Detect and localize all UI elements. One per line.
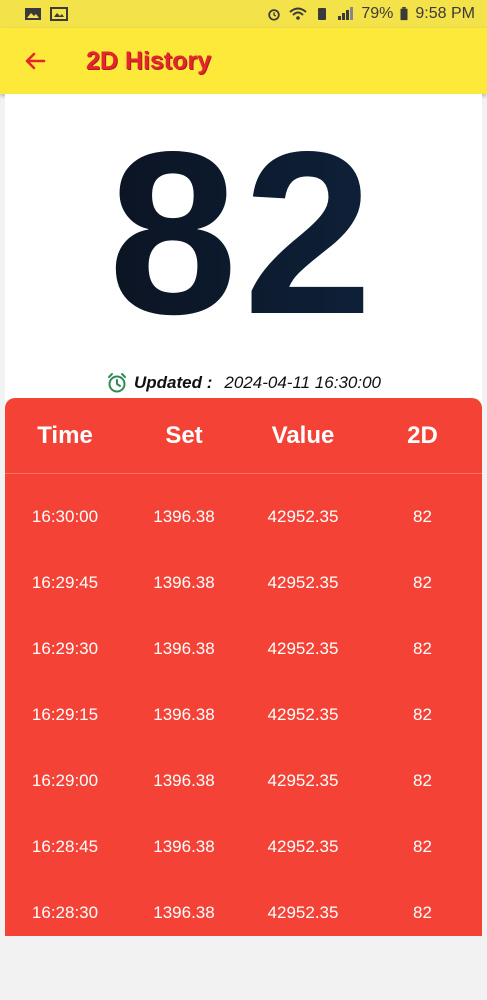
cell-value: 42952.35 <box>267 771 339 790</box>
gallery-icon <box>50 7 68 21</box>
cell-set: 1396.38 <box>153 639 215 658</box>
table-row: 16:29:45 1396.38 42952.35 82 <box>5 550 482 616</box>
cell-value: 42952.35 <box>267 639 339 658</box>
bottom-area <box>0 936 487 1000</box>
signal-icon <box>338 7 354 20</box>
cell-set: 1396.38 <box>153 507 215 526</box>
table-row: 16:29:15 1396.38 42952.35 82 <box>5 682 482 748</box>
cell-2d: 82 <box>413 771 432 790</box>
cell-2d: 82 <box>413 639 432 658</box>
cell-time: 16:30:00 <box>31 507 99 526</box>
header-value: Value <box>271 421 335 449</box>
table-row: 16:29:30 1396.38 42952.35 82 <box>5 616 482 682</box>
table-body: 16:30:00 1396.38 42952.35 82 16:29:45 13… <box>5 474 482 936</box>
back-button[interactable] <box>18 44 52 78</box>
cell-set: 1396.38 <box>153 837 215 856</box>
cell-2d: 82 <box>413 573 432 592</box>
cell-time: 16:28:45 <box>31 837 99 856</box>
cell-time: 16:29:00 <box>31 771 99 790</box>
cell-time: 16:29:45 <box>31 573 99 592</box>
status-bar: 79% 9:58 PM <box>0 0 487 28</box>
cell-value: 42952.35 <box>267 837 339 856</box>
alarm-icon <box>268 9 281 21</box>
header-set: Set <box>165 421 203 449</box>
table-row: 16:28:30 1396.38 42952.35 82 <box>5 880 482 936</box>
alarm-clock-icon <box>108 373 126 393</box>
cell-2d: 82 <box>413 837 432 856</box>
cell-set: 1396.38 <box>153 903 215 922</box>
cell-2d: 82 <box>413 903 432 922</box>
updated-value: 2024-04-11 16:30:00 <box>224 373 381 392</box>
table-row: 16:28:45 1396.38 42952.35 82 <box>5 814 482 880</box>
updated-label: Updated : <box>134 373 213 392</box>
cell-time: 16:28:30 <box>31 903 99 922</box>
cell-2d: 82 <box>413 507 432 526</box>
cell-set: 1396.38 <box>153 705 215 724</box>
result-number: 82 <box>0 118 487 350</box>
cell-value: 42952.35 <box>267 507 339 526</box>
page-title: 2D History <box>86 46 212 75</box>
cell-time: 16:29:30 <box>31 639 99 658</box>
status-time: 9:58 PM <box>415 5 475 22</box>
table-header: Time Set Value 2D <box>5 398 482 474</box>
cell-2d: 82 <box>413 705 432 724</box>
updated-row: Updated : 2024-04-11 16:30:00 <box>0 372 487 394</box>
battery-icon <box>400 7 408 21</box>
battery-percent: 79% <box>361 5 394 22</box>
status-left-icons <box>24 7 68 21</box>
status-right: 79% 9:58 PM <box>265 5 475 23</box>
app-bar: 2D History <box>0 28 487 94</box>
history-table: Time Set Value 2D 16:30:00 1396.38 42952… <box>5 398 482 936</box>
vibrate-icon <box>318 8 327 20</box>
cell-set: 1396.38 <box>153 771 215 790</box>
wifi-icon <box>289 7 308 20</box>
image-icon <box>25 8 41 20</box>
header-2d: 2D <box>407 421 438 449</box>
table-row: 16:30:00 1396.38 42952.35 82 <box>5 484 482 550</box>
cell-value: 42952.35 <box>267 573 339 592</box>
arrow-left-icon <box>25 52 46 70</box>
header-time: Time <box>37 421 93 449</box>
cell-time: 16:29:15 <box>31 705 99 724</box>
cell-value: 42952.35 <box>267 705 339 724</box>
cell-value: 42952.35 <box>267 903 339 922</box>
table-row: 16:29:00 1396.38 42952.35 82 <box>5 748 482 814</box>
cell-set: 1396.38 <box>153 573 215 592</box>
